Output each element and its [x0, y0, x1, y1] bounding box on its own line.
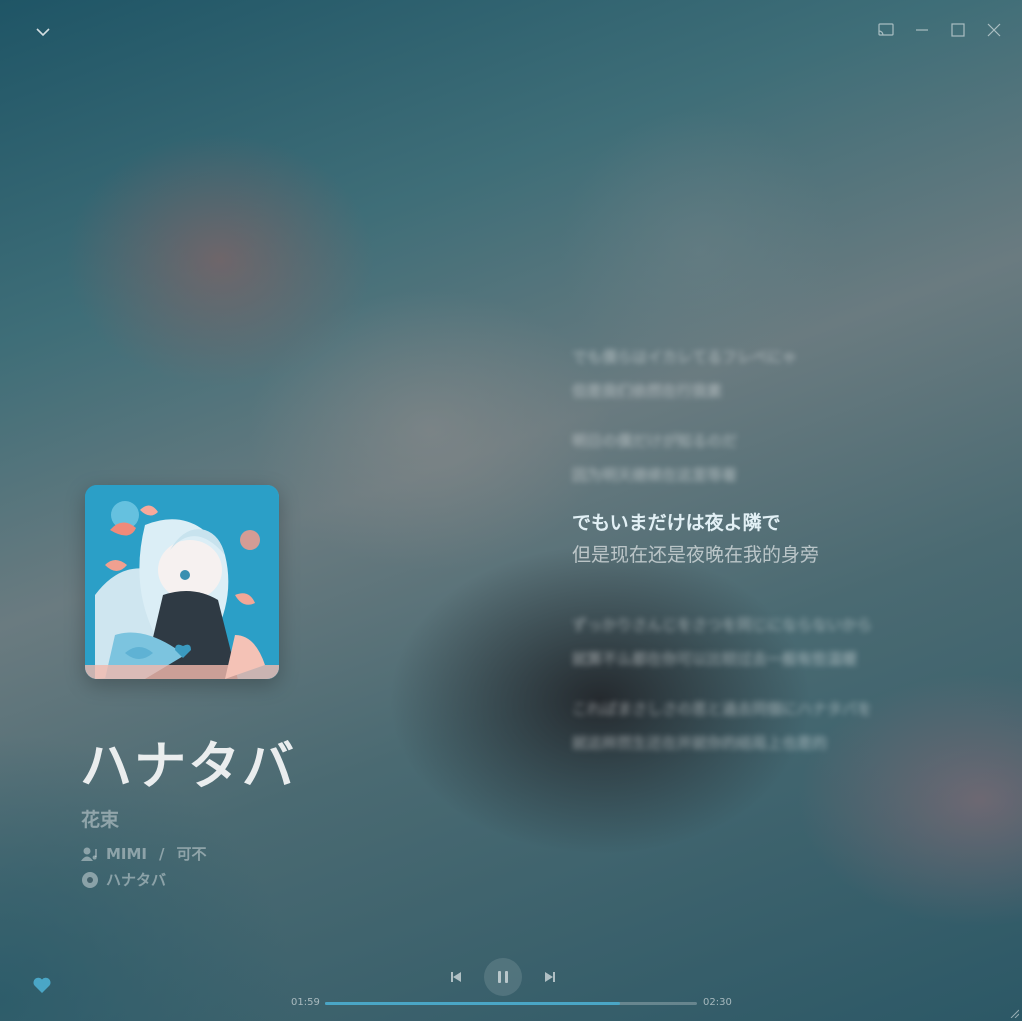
- song-subtitle: 花束: [81, 809, 120, 831]
- cast-icon: [878, 23, 894, 36]
- minimize-icon: [916, 29, 928, 31]
- lyric-translation: 因为明天继续在这里等着: [572, 466, 738, 484]
- pause-button[interactable]: [484, 958, 522, 996]
- playback-controls: [446, 958, 560, 996]
- lyrics-panel: でも僕らはイカレてるフレベにゃ 但是我们依然在行我素 明日の僕だけが知るのだ 因…: [572, 340, 952, 776]
- song-title: ハナタバ: [80, 737, 297, 797]
- close-button[interactable]: [984, 20, 1004, 40]
- window-controls: [876, 20, 1004, 40]
- resize-grip-icon[interactable]: [1009, 1008, 1019, 1018]
- lyric-line-current[interactable]: でもいまだけは夜よ隣で 但是现在还是夜晚在我的身旁: [572, 508, 952, 572]
- artist-link-2[interactable]: 可不: [177, 843, 207, 864]
- lyric-line[interactable]: こればまさしさの思と過去同個にハナタバを 就这样然生还在并就你的结局上也是的: [572, 692, 952, 760]
- album-row: ハナタバ: [81, 869, 166, 890]
- artist-row: MIMI / 可不: [81, 843, 207, 864]
- progress-fill: [325, 1002, 620, 1005]
- lyric-translation: 就算不么都在你可以比较过去一般有些温暖: [572, 650, 858, 668]
- lyric-line[interactable]: 明日の僕だけが知るのだ 因为明天继续在这里等着: [572, 424, 952, 492]
- album-link[interactable]: ハナタバ: [106, 869, 166, 890]
- close-icon: [987, 23, 1001, 37]
- chevron-down-icon: [36, 28, 50, 37]
- lyric-original: でもいまだけは夜よ隣で: [572, 512, 781, 534]
- artist-icon: [81, 847, 97, 861]
- lyric-line[interactable]: ずっかりさんじをさつを同じにならないから 就算不么都在你可以比较过去一般有些温暖: [572, 608, 952, 676]
- lyric-original: 明日の僕だけが知るのだ: [572, 432, 738, 450]
- skip-previous-icon: [451, 972, 461, 982]
- skip-next-icon: [545, 972, 555, 982]
- album-disc-icon: [82, 871, 98, 888]
- lyric-translation: 但是现在还是夜晚在我的身旁: [572, 544, 820, 566]
- maximize-icon: [951, 23, 965, 37]
- lyric-line[interactable]: でも僕らはイカレてるフレベにゃ 但是我们依然在行我素: [572, 340, 952, 408]
- previous-button[interactable]: [446, 967, 466, 987]
- album-art-image: [85, 485, 279, 679]
- minimize-button[interactable]: [912, 20, 932, 40]
- progress-bar[interactable]: [325, 1002, 697, 1005]
- collapse-player-button[interactable]: [33, 22, 53, 42]
- cast-button[interactable]: [876, 20, 896, 40]
- heart-icon: [33, 977, 51, 993]
- pause-icon: [498, 971, 508, 983]
- lyric-original: こればまさしさの思と過去同個にハナタバを: [572, 700, 873, 718]
- lyric-original: ずっかりさんじをさつを同じにならないから: [572, 616, 873, 634]
- like-button[interactable]: [31, 974, 53, 996]
- total-time: 02:30: [703, 997, 732, 1008]
- maximize-button[interactable]: [948, 20, 968, 40]
- artist-separator: /: [159, 844, 165, 863]
- lyric-translation: 就这样然生还在并就你的结局上也是的: [572, 734, 828, 752]
- lyric-translation: 但是我们依然在行我素: [572, 382, 723, 400]
- next-button[interactable]: [540, 967, 560, 987]
- album-cover: [85, 485, 279, 679]
- lyric-original: でも僕らはイカレてるフレベにゃ: [572, 348, 798, 366]
- current-time: 01:59: [291, 997, 320, 1008]
- artist-link-1[interactable]: MIMI: [106, 845, 147, 863]
